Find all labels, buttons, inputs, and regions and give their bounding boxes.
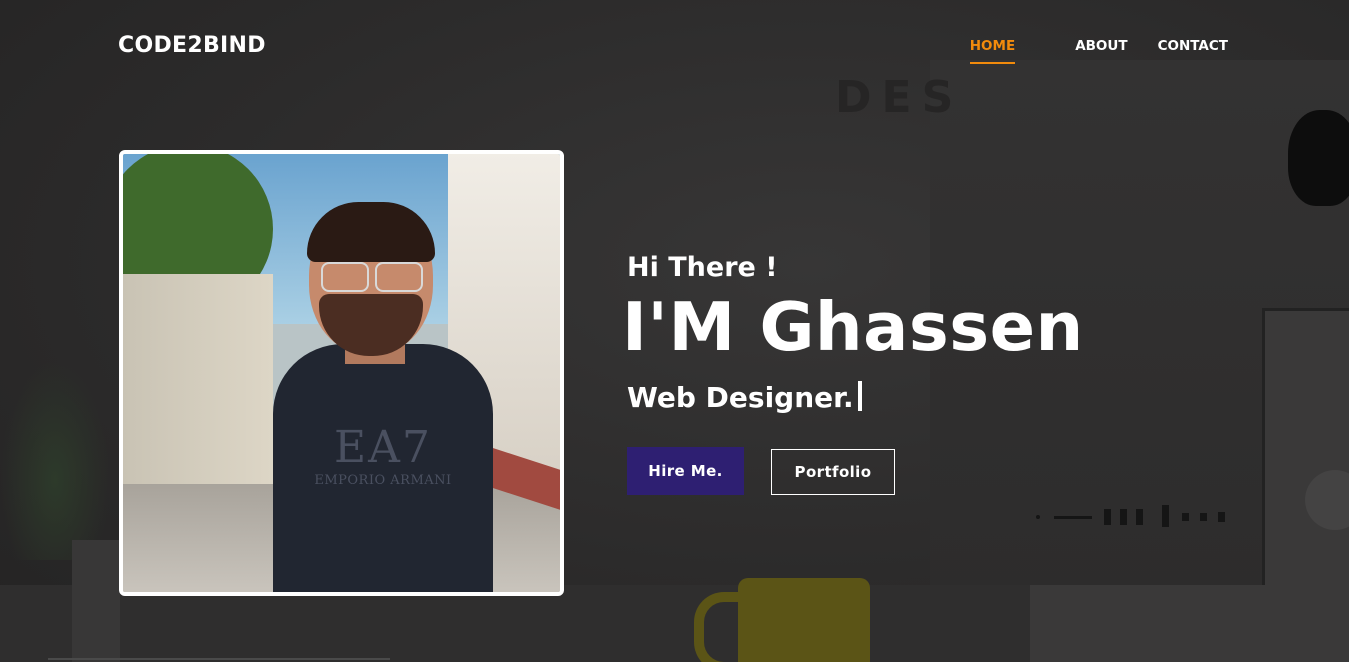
profile-photo: EA7 EMPORIO ARMANI [119, 150, 564, 596]
background-mug-handle [694, 592, 744, 662]
hero-name: I'M Ghassen [622, 288, 1084, 366]
brand-logo[interactable]: CODE2BIND [118, 33, 266, 58]
main-nav: HOME ABOUT CONTACT [969, 38, 1228, 64]
typing-cursor [857, 381, 862, 411]
glasses-icon [315, 262, 427, 292]
hero-greeting: Hi There ! [627, 252, 778, 283]
background-plant [0, 360, 110, 560]
nav-home[interactable]: HOME [969, 38, 1016, 64]
nav-about[interactable]: ABOUT [1075, 38, 1127, 64]
shirt-logo: EA7 EMPORIO ARMANI [314, 422, 452, 488]
apple-logo-icon [1288, 110, 1349, 206]
background-mug [738, 578, 870, 662]
portfolio-button[interactable]: Portfolio [771, 449, 895, 495]
hero-role-text: Web Designer. [627, 381, 854, 414]
hire-me-button[interactable]: Hire Me. [627, 447, 744, 495]
background-blurred-word: DES [835, 72, 964, 123]
background-divider [48, 658, 390, 660]
nav-contact[interactable]: CONTACT [1158, 38, 1228, 64]
hero-role: Web Designer. [627, 381, 862, 414]
background-ports [1036, 505, 1236, 529]
background-keyboard [1030, 585, 1349, 662]
background-plant-pot [72, 540, 120, 662]
background-monitor [1262, 308, 1349, 611]
